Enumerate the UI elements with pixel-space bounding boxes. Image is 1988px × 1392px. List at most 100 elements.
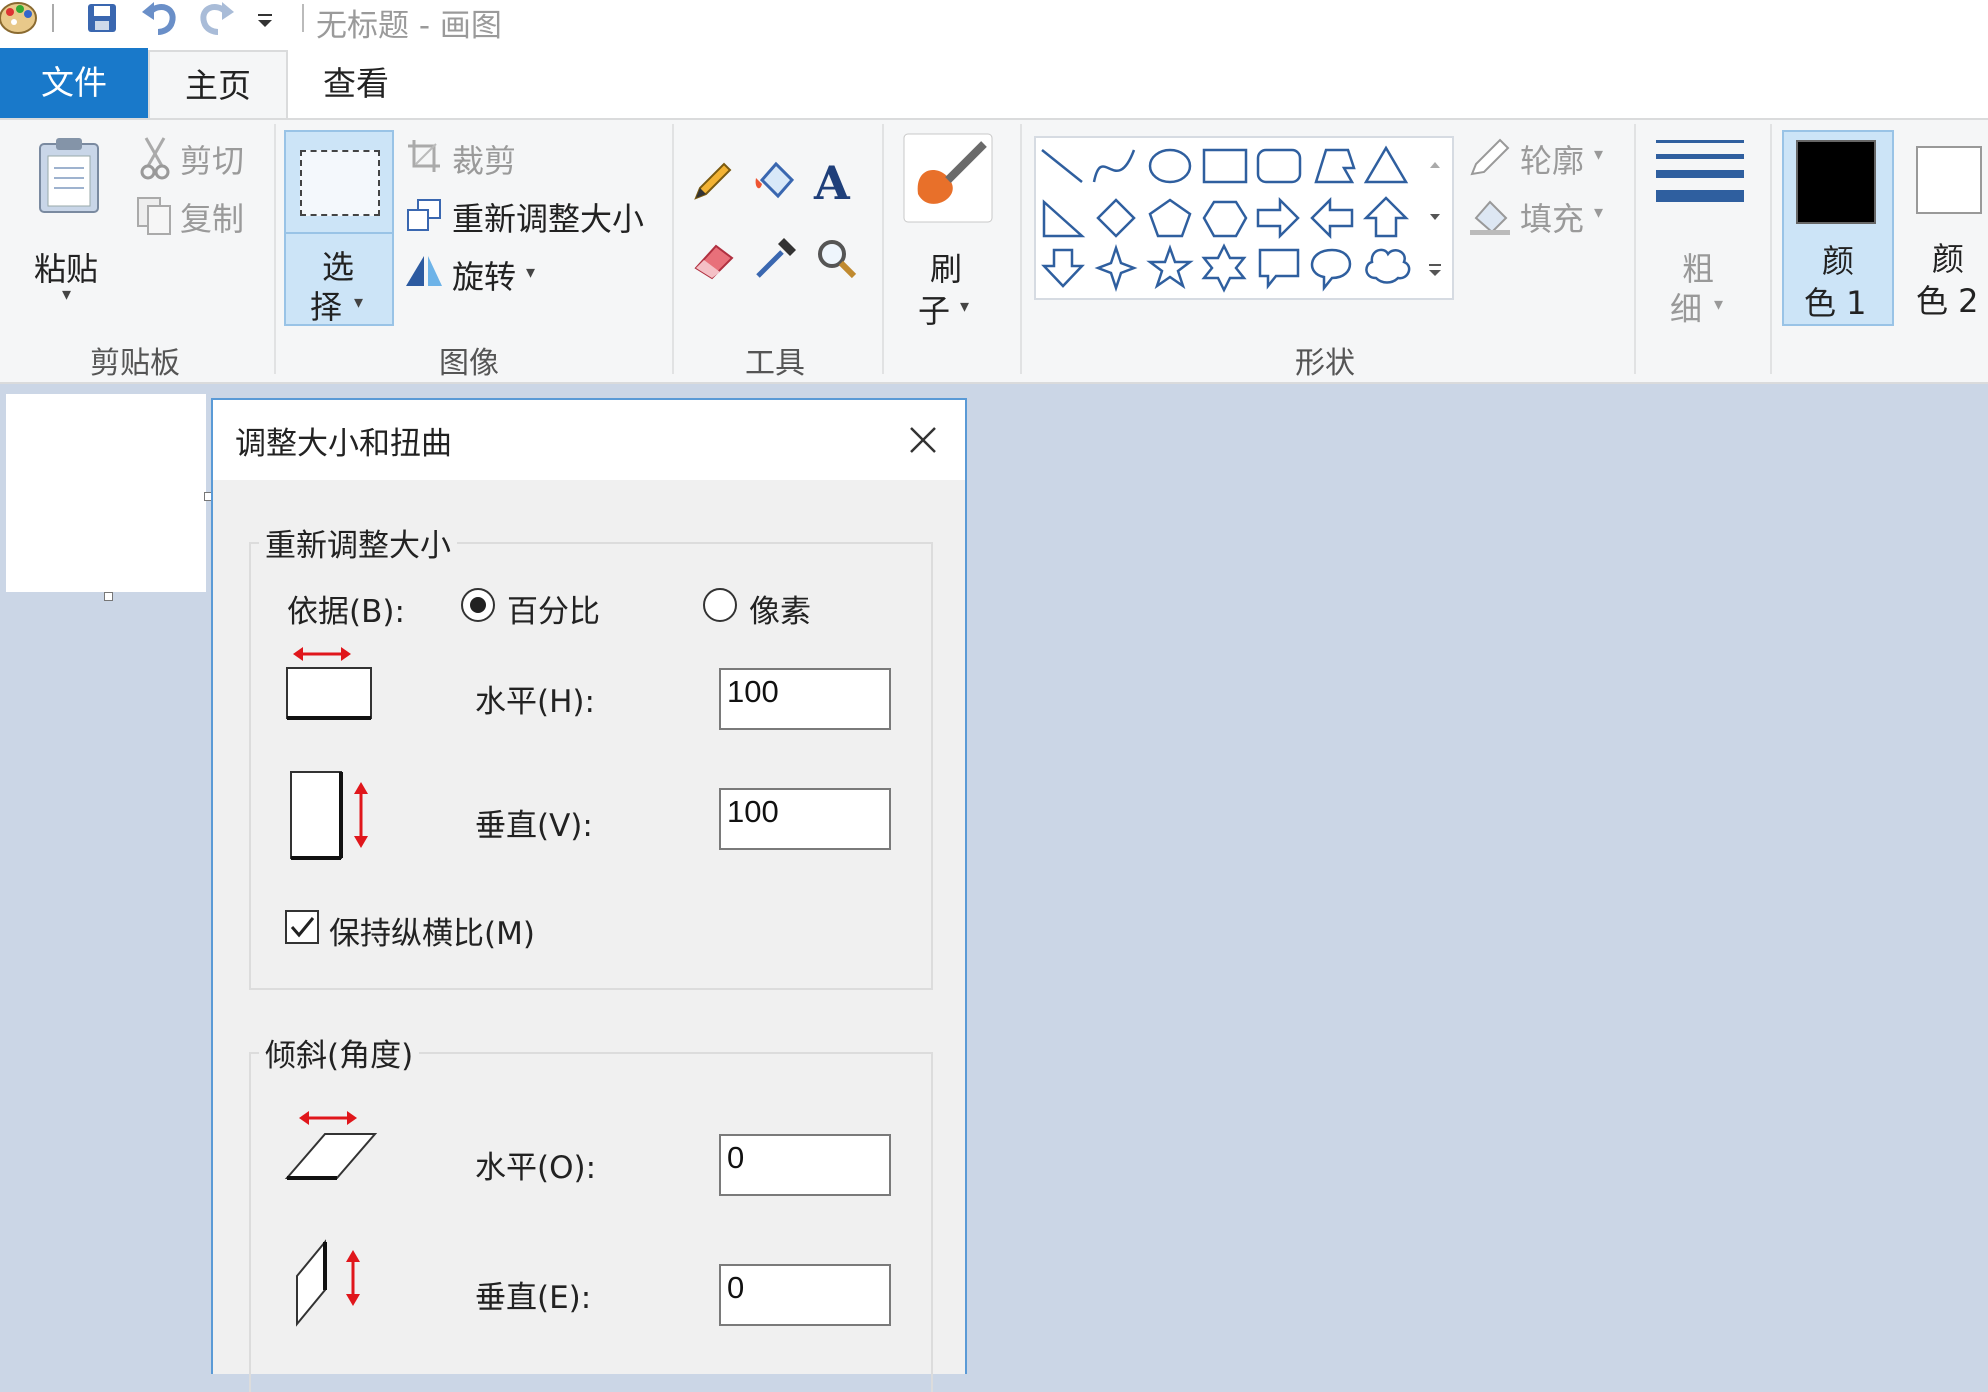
outline-button[interactable]: 轮廓 ▾ <box>1466 134 1616 180</box>
shape-line-icon <box>1041 149 1083 183</box>
checkmark-icon <box>290 917 315 938</box>
ribbon-tab-bar: 文件 主页 查看 <box>0 40 1988 120</box>
select-rectangle-icon <box>300 150 380 216</box>
chevron-down-icon: ▾ <box>960 296 970 317</box>
shape-arrow-right-icon <box>1256 196 1300 240</box>
vertical-skew-label: 垂直(E): <box>475 1280 592 1316</box>
magnifier-icon[interactable] <box>814 236 860 282</box>
group-label-shapes: 形状 <box>1295 346 1355 381</box>
tab-home[interactable]: 主页 <box>148 50 288 120</box>
pixels-radio-button[interactable] <box>703 588 737 622</box>
horizontal-resize-label: 水平(H): <box>475 684 595 720</box>
size-button[interactable]: 粗 细 ▾ <box>1648 134 1752 330</box>
horizontal-skew-input[interactable]: 0 <box>719 1134 891 1196</box>
pencil-icon[interactable] <box>690 160 734 204</box>
color-picker-icon[interactable] <box>752 236 798 282</box>
select-button[interactable]: 选 择 ▾ <box>284 130 394 326</box>
resize-group-legend: 重新调整大小 <box>259 520 457 565</box>
fill-bucket-small-icon <box>1468 196 1514 236</box>
crop-button[interactable]: 裁剪 <box>404 134 544 180</box>
group-label-clipboard: 剪贴板 <box>90 346 180 381</box>
dialog-title-bar: 调整大小和扭曲 <box>213 400 965 480</box>
shape-curve-icon <box>1092 149 1136 183</box>
shape-arrow-left-icon <box>1310 196 1354 240</box>
tab-file[interactable]: 文件 <box>0 48 148 118</box>
title-bar: 无标题 - 画图 <box>0 0 1988 44</box>
vertical-resize-input[interactable]: 100 <box>719 788 891 850</box>
shape-oval-callout-icon <box>1310 248 1352 292</box>
skew-group-legend: 倾斜(角度) <box>259 1030 420 1075</box>
shape-5-point-star-icon <box>1146 244 1194 290</box>
vertical-skew-icon <box>295 1236 375 1327</box>
percent-radio[interactable]: 百分比 <box>461 586 621 630</box>
fill-bucket-icon[interactable] <box>752 158 800 204</box>
color1-label-1: 颜 <box>1822 242 1855 280</box>
crop-icon <box>406 138 442 174</box>
paint-app-icon[interactable] <box>0 0 40 36</box>
redo-icon[interactable] <box>196 0 236 36</box>
keep-aspect-ratio-label: 保持纵横比(M) <box>329 916 535 952</box>
close-icon[interactable] <box>903 420 943 460</box>
brushes-label-1: 刷 <box>930 250 963 288</box>
shape-rect-callout-icon <box>1258 248 1300 290</box>
group-separator <box>882 124 884 374</box>
crop-label: 裁剪 <box>452 142 517 180</box>
chevron-down-icon: ▾ <box>354 292 364 313</box>
shapes-scroll-up-icon[interactable] <box>1420 148 1450 178</box>
canvas-resize-handle-bottom[interactable] <box>104 592 113 601</box>
brushes-button[interactable]: 刷 子 ▾ <box>898 133 998 330</box>
color1-swatch <box>1796 140 1876 224</box>
brush-icon <box>903 133 993 224</box>
undo-icon[interactable] <box>140 0 180 36</box>
chevron-down-icon: ▾ <box>62 284 72 305</box>
copy-button[interactable]: 复制 <box>136 192 256 240</box>
percent-label: 百分比 <box>507 594 600 630</box>
cut-button[interactable]: 剪切 <box>136 134 256 182</box>
color2-label-1: 颜 <box>1932 240 1965 278</box>
shape-icons <box>1041 145 1411 293</box>
keep-aspect-ratio-check[interactable] <box>285 910 319 944</box>
by-label: 依据(B): <box>287 594 405 630</box>
shape-arrow-down-icon <box>1041 248 1085 288</box>
color2-swatch <box>1916 146 1982 214</box>
size-label-2: 细 <box>1670 290 1703 328</box>
paste-button[interactable]: 粘贴 ▾ <box>22 134 116 314</box>
rotate-label: 旋转 <box>452 258 517 296</box>
pixels-radio[interactable]: 像素 <box>703 586 843 630</box>
shape-rectangle-icon <box>1202 148 1248 184</box>
shape-triangle-icon <box>1363 145 1409 184</box>
shape-6-point-star-icon <box>1201 243 1247 293</box>
divider <box>302 4 304 32</box>
horizontal-resize-input[interactable]: 100 <box>719 668 891 730</box>
shapes-scroll-down-icon[interactable] <box>1420 202 1450 232</box>
resize-button[interactable]: 重新调整大小 <box>404 192 654 238</box>
shape-pentagon-icon <box>1148 198 1192 238</box>
group-label-tools: 工具 <box>745 346 805 381</box>
shape-diamond-icon <box>1096 198 1136 238</box>
rotate-button[interactable]: 旋转 ▾ <box>404 250 554 296</box>
color2-label-2: 色 2 <box>1916 282 1979 320</box>
resize-skew-dialog: 调整大小和扭曲 重新调整大小 依据(B): 百分比 像素 水平(H): 100 … <box>211 398 967 1392</box>
shapes-expand-icon[interactable] <box>1420 256 1450 286</box>
group-separator <box>1770 124 1772 374</box>
fill-button[interactable]: 填充 ▾ <box>1466 192 1616 238</box>
color1-button[interactable]: 颜 色 1 <box>1782 130 1894 326</box>
horizontal-skew-label: 水平(O): <box>475 1150 597 1186</box>
text-icon[interactable]: A <box>814 156 850 210</box>
save-icon[interactable] <box>86 2 118 34</box>
percent-radio-button[interactable] <box>461 588 495 622</box>
eraser-icon[interactable] <box>690 238 738 282</box>
shape-arrow-up-icon <box>1362 196 1410 238</box>
keep-aspect-ratio-checkbox[interactable]: 保持纵横比(M) <box>285 908 585 952</box>
group-separator <box>1634 124 1636 374</box>
color2-button[interactable]: 颜 色 2 <box>1904 130 1988 326</box>
vertical-skew-input[interactable]: 0 <box>719 1264 891 1326</box>
color1-label-2: 色 1 <box>1804 284 1867 322</box>
drawing-canvas[interactable] <box>6 394 206 592</box>
shapes-gallery <box>1034 136 1454 300</box>
tab-view[interactable]: 查看 <box>306 50 406 118</box>
customize-toolbar-icon[interactable] <box>256 10 276 30</box>
skew-group <box>249 1052 933 1392</box>
window-title: 无标题 - 画图 <box>316 8 502 44</box>
divider <box>286 232 392 234</box>
